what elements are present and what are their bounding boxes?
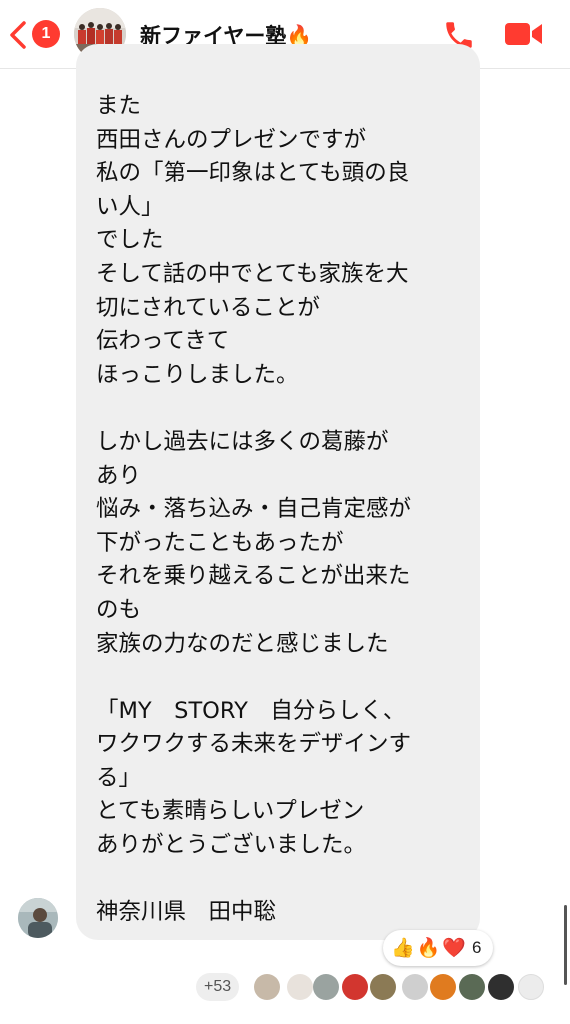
video-call-button[interactable] [504, 20, 544, 52]
message-text: また 西田さんのプレゼンですが 私の「第一印象はとても頭の良 い人」 でした そ… [96, 90, 471, 930]
sender-photo-icon [18, 898, 58, 938]
message-paragraph [96, 863, 471, 897]
more-readers-count[interactable]: +53 [196, 973, 240, 1001]
sender-avatar[interactable] [18, 898, 58, 938]
message-paragraph [96, 661, 471, 695]
reader-avatar [402, 974, 428, 1000]
reader-avatar [370, 974, 396, 1000]
video-camera-icon [505, 23, 542, 45]
reactions-pill[interactable]: 👍 🔥 ❤️ 6 [383, 930, 493, 966]
heart-icon: ❤️ [442, 936, 467, 959]
fire-icon: 🔥 [416, 936, 441, 959]
message-paragraph: しかし過去には多くの葛藤が あり 悩み・落ち込み・自己肯定感が 下がったこともあ… [96, 428, 412, 657]
reader-avatar [430, 974, 456, 1000]
thumbs-up-icon: 👍 [391, 936, 415, 959]
message-paragraph: また 西田さんのプレゼンですが 私の「第一印象はとても頭の良 い人」 でした そ… [96, 93, 410, 388]
reader-avatar [518, 974, 544, 1000]
back-chevron-icon [10, 21, 26, 49]
reader-avatar [488, 974, 514, 1000]
reader-avatar [254, 974, 280, 1000]
message-paragraph [96, 392, 471, 426]
message-paragraph: 「MY STORY 自分らしく、 ワクワクする未来をデザインす る」 とても素晴… [96, 697, 412, 859]
reader-avatar [287, 974, 313, 1000]
reaction-count: 6 [472, 938, 482, 957]
reader-avatar [313, 974, 339, 1000]
scrollbar[interactable] [564, 905, 567, 985]
reader-avatar [342, 974, 368, 1000]
unread-badge: 1 [32, 20, 60, 48]
message-signature: 神奈川県 田中聡 [96, 899, 277, 926]
reader-avatar [459, 974, 485, 1000]
